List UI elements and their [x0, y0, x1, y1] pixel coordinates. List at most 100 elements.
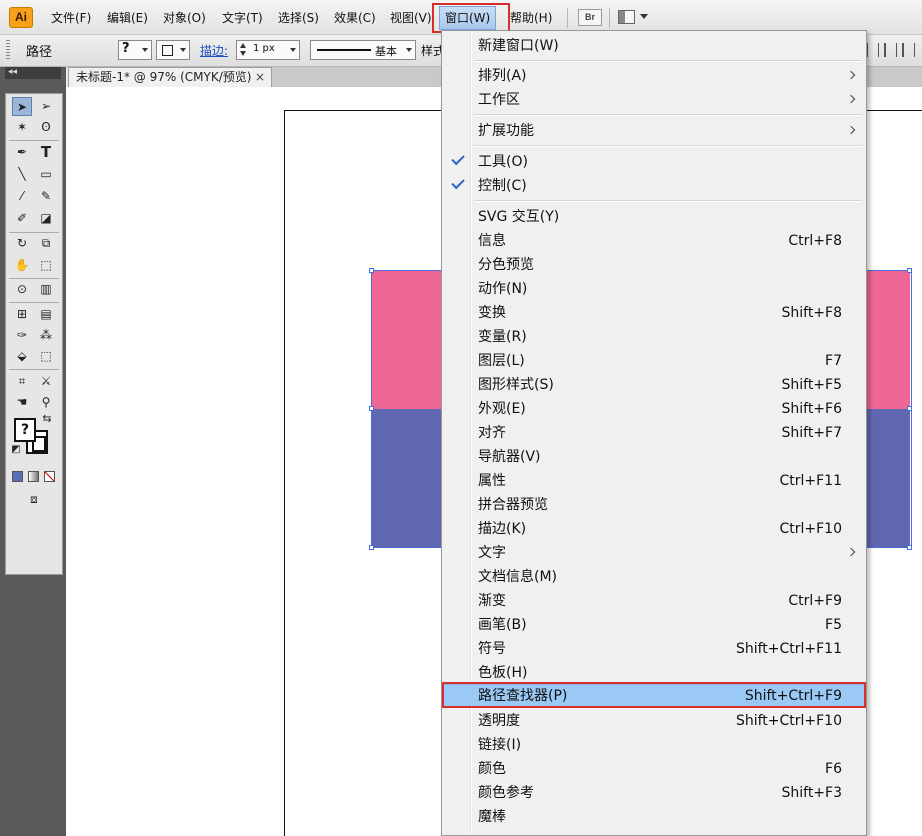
align-center-icon[interactable]	[884, 43, 897, 57]
menu-object[interactable]: 对象(O)	[163, 0, 206, 34]
menu-item-svg-interactivity[interactable]: SVG 交互(Y)	[444, 205, 864, 229]
color-mode-icon[interactable]	[12, 471, 23, 482]
stepper-icon[interactable]	[240, 43, 247, 57]
menu-item-flattener-preview[interactable]: 拼合器预览	[444, 493, 864, 517]
free-transform-tool-icon[interactable]: ⬚	[36, 256, 56, 275]
magic-wand-tool-icon[interactable]: ✶	[12, 118, 32, 137]
menu-item-color-guide[interactable]: 颜色参考 Shift+F3	[444, 781, 864, 805]
selection-handle[interactable]	[907, 268, 912, 273]
menu-item-extensions[interactable]: 扩展功能	[444, 119, 864, 143]
menu-item-actions[interactable]: 动作(N)	[444, 277, 864, 301]
menu-select[interactable]: 选择(S)	[278, 0, 319, 34]
menu-item-label: 链接(I)	[478, 737, 522, 753]
align-icons-group[interactable]	[866, 43, 922, 59]
menu-item-control[interactable]: 控制(C)	[444, 174, 864, 198]
menu-item-graphic-styles[interactable]: 图形样式(S) Shift+F5	[444, 373, 864, 397]
stroke-color-dropdown[interactable]	[156, 40, 190, 60]
menu-item-arrange[interactable]: 排列(A)	[444, 64, 864, 88]
pen-tool-icon[interactable]: ✒	[12, 143, 32, 162]
blob-brush-tool-icon[interactable]: ✐	[12, 209, 32, 228]
stroke-panel-link[interactable]: 描边:	[200, 42, 228, 59]
rotate-tool-icon[interactable]: ↻	[12, 234, 32, 253]
menu-item-transform[interactable]: 变换 Shift+F8	[444, 301, 864, 325]
blend-tool-icon[interactable]: ⁂	[36, 326, 56, 345]
zoom-tool-icon[interactable]: ⚲	[36, 393, 56, 412]
menu-item-tools[interactable]: 工具(O)	[444, 150, 864, 174]
symbol-sprayer-tool-icon[interactable]: ⊙	[12, 280, 32, 299]
pencil-tool-icon[interactable]: ✎	[36, 187, 56, 206]
swap-colors-icon[interactable]: ⇆	[40, 412, 54, 426]
selection-handle[interactable]	[369, 268, 374, 273]
menu-item-type[interactable]: 文字	[444, 541, 864, 565]
chevron-right-icon	[846, 94, 856, 104]
menu-item-appearance[interactable]: 外观(E) Shift+F6	[444, 397, 864, 421]
live-paint-selection-tool-icon[interactable]: ⬚	[36, 347, 56, 366]
menu-item-attributes[interactable]: 属性 Ctrl+F11	[444, 469, 864, 493]
live-paint-tool-icon[interactable]: ⬙	[12, 347, 32, 366]
menu-item-label: 信息	[478, 233, 506, 249]
menu-item-document-info[interactable]: 文档信息(M)	[444, 565, 864, 589]
document-tab[interactable]: 未标题-1* @ 97% (CMYK/预览) ×	[68, 67, 272, 87]
paintbrush-tool-icon[interactable]: ⁄	[12, 187, 32, 206]
selection-handle[interactable]	[369, 545, 374, 550]
direct-selection-tool-icon[interactable]: ➢	[36, 97, 56, 116]
workspace-switcher-button[interactable]	[618, 9, 652, 26]
menu-item-new-window[interactable]: 新建窗口(W)	[444, 34, 864, 58]
selection-handle[interactable]	[907, 406, 912, 411]
selection-handle[interactable]	[907, 545, 912, 550]
rectangle-tool-icon[interactable]: ▭	[36, 165, 56, 184]
selection-tool-icon[interactable]: ➤	[12, 97, 32, 116]
collapse-panel-icon[interactable]: ◂◂	[5, 67, 61, 79]
menu-item-color[interactable]: 颜色 F6	[444, 757, 864, 781]
menu-item-links[interactable]: 链接(I)	[444, 733, 864, 757]
mesh-tool-icon[interactable]: ⊞	[12, 305, 32, 324]
panel-grip[interactable]	[6, 40, 10, 60]
menu-item-magic-wand[interactable]: 魔棒	[444, 805, 864, 829]
stroke-profile-dropdown[interactable]: 基本	[310, 40, 416, 60]
fill-swatch[interactable]: ?	[14, 418, 36, 442]
slice-tool-icon[interactable]: ⚔	[36, 372, 56, 391]
align-left-icon[interactable]	[866, 43, 879, 57]
menu-item-label: 拼合器预览	[478, 497, 548, 513]
line-tool-icon[interactable]: ╲	[12, 165, 32, 184]
stroke-weight-field[interactable]: 1 px	[236, 40, 300, 60]
hand-tool-icon[interactable]: ☚	[12, 393, 32, 412]
menu-item-layers[interactable]: 图层(L) F7	[444, 349, 864, 373]
menu-item-info[interactable]: 信息 Ctrl+F8	[444, 229, 864, 253]
gradient-tool-icon[interactable]: ▤	[36, 305, 56, 324]
bridge-button[interactable]: Br	[578, 9, 602, 26]
fill-color-dropdown[interactable]: ?	[118, 40, 152, 60]
menu-item-symbols[interactable]: 符号 Shift+Ctrl+F11	[444, 637, 864, 661]
close-icon[interactable]: ×	[255, 68, 265, 87]
eraser-tool-icon[interactable]: ◪	[36, 209, 56, 228]
screen-mode-icon[interactable]: ⧈	[22, 490, 46, 509]
scale-tool-icon[interactable]: ⧉	[36, 234, 56, 253]
column-graph-tool-icon[interactable]: ▥	[36, 280, 56, 299]
menu-item-transparency[interactable]: 透明度 Shift+Ctrl+F10	[444, 709, 864, 733]
menu-item-stroke[interactable]: 描边(K) Ctrl+F10	[444, 517, 864, 541]
menu-item-separations-preview[interactable]: 分色预览	[444, 253, 864, 277]
menu-file[interactable]: 文件(F)	[51, 0, 91, 34]
gradient-mode-icon[interactable]	[28, 471, 39, 482]
lasso-tool-icon[interactable]: ʘ	[36, 118, 56, 137]
menu-view[interactable]: 视图(V)	[390, 0, 432, 34]
menu-help[interactable]: 帮助(H)	[510, 0, 552, 34]
warp-tool-icon[interactable]: ✋	[12, 256, 32, 275]
menu-item-gradient[interactable]: 渐变 Ctrl+F9	[444, 589, 864, 613]
none-mode-icon[interactable]	[44, 471, 55, 482]
menu-item-label: 新建窗口(W)	[478, 38, 559, 54]
eyedropper-tool-icon[interactable]: ✑	[12, 326, 32, 345]
menu-effect[interactable]: 效果(C)	[334, 0, 376, 34]
align-right-icon[interactable]	[902, 43, 915, 57]
menu-item-variables[interactable]: 变量(R)	[444, 325, 864, 349]
menu-item-align[interactable]: 对齐 Shift+F7	[444, 421, 864, 445]
default-colors-icon[interactable]: ◩	[10, 444, 22, 456]
artboard-tool-icon[interactable]: ⌗	[12, 372, 32, 391]
menu-item-brushes[interactable]: 画笔(B) F5	[444, 613, 864, 637]
menu-type[interactable]: 文字(T)	[222, 0, 263, 34]
type-tool-icon[interactable]: T	[36, 143, 56, 162]
menu-item-workspace[interactable]: 工作区	[444, 88, 864, 112]
menu-edit[interactable]: 编辑(E)	[107, 0, 148, 34]
selection-handle[interactable]	[369, 406, 374, 411]
menu-item-navigator[interactable]: 导航器(V)	[444, 445, 864, 469]
